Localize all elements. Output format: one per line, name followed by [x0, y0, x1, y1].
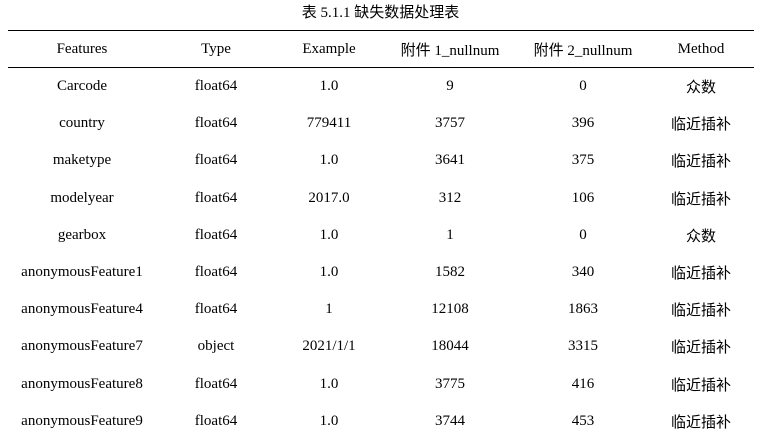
header-features: Features — [8, 31, 156, 68]
cell-feature: maketype — [52, 152, 112, 169]
cell-type: float64 — [194, 189, 238, 206]
cell-example: 1.0 — [319, 226, 339, 243]
table-row: anonymousFeature9 float64 1.0 3744 453 临… — [8, 403, 754, 440]
cell-example: 1.0 — [319, 264, 339, 281]
table-row: anonymousFeature4 float64 1 12108 1863 临… — [8, 291, 754, 328]
cell-example: 1.0 — [319, 375, 339, 392]
table-row: anonymousFeature1 float64 1.0 1582 340 临… — [8, 254, 754, 291]
cell-attachment2-nullnum: 1863 — [568, 301, 598, 318]
cell-attachment1-nullnum: 3757 — [435, 115, 465, 132]
cell-method: 众数 — [685, 80, 716, 97]
cell-feature: gearbox — [57, 226, 107, 243]
header-method: Method — [648, 31, 754, 68]
cell-feature: anonymousFeature9 — [21, 412, 143, 429]
table-row: Carcode float64 1.0 9 0 众数 — [8, 68, 754, 106]
cell-type: float64 — [194, 264, 238, 281]
cell-type: float64 — [194, 375, 238, 392]
header-example: Example — [276, 31, 382, 68]
cell-attachment2-nullnum: 396 — [571, 115, 595, 132]
cell-type: float64 — [194, 152, 238, 169]
cell-method: 临近插补 — [670, 117, 731, 134]
cell-method: 临近插补 — [670, 266, 731, 283]
cell-example: 779411 — [306, 115, 352, 132]
cell-attachment2-nullnum: 375 — [571, 152, 595, 169]
cell-type: object — [197, 338, 235, 355]
missing-data-table: Features Type Example 附件 1_nullnum 附件 2_… — [8, 31, 754, 440]
cell-attachment2-nullnum: 340 — [571, 264, 595, 281]
header-attachment1-nullnum: 附件 1_nullnum — [382, 31, 518, 68]
cell-method: 临近插补 — [670, 340, 731, 357]
cell-attachment1-nullnum: 1582 — [435, 264, 465, 281]
cell-type: float64 — [194, 78, 238, 95]
cell-attachment1-nullnum: 18044 — [431, 338, 469, 355]
table-row: modelyear float64 2017.0 312 106 临近插补 — [8, 180, 754, 217]
cell-attachment2-nullnum: 0 — [579, 226, 587, 243]
table-caption: 表 5.1.1 缺失数据处理表 — [301, 5, 460, 21]
cell-attachment1-nullnum: 12108 — [431, 301, 469, 318]
cell-method: 临近插补 — [670, 414, 731, 431]
cell-method: 众数 — [685, 228, 716, 245]
cell-method: 临近插补 — [670, 191, 731, 208]
cell-type: float64 — [194, 226, 238, 243]
table-row: anonymousFeature8 float64 1.0 3775 416 临… — [8, 366, 754, 403]
cell-feature: anonymousFeature8 — [21, 375, 143, 392]
table-header-row: Features Type Example 附件 1_nullnum 附件 2_… — [8, 31, 754, 68]
cell-attachment1-nullnum: 3775 — [435, 375, 465, 392]
cell-type: float64 — [194, 115, 238, 132]
header-attachment2-nullnum: 附件 2_nullnum — [518, 31, 648, 68]
cell-attachment1-nullnum: 3641 — [435, 152, 465, 169]
cell-attachment2-nullnum: 453 — [571, 412, 595, 429]
cell-example: 2017.0 — [308, 189, 350, 206]
cell-method: 临近插补 — [670, 377, 731, 394]
cell-example: 1 — [325, 301, 333, 318]
cell-attachment2-nullnum: 0 — [579, 78, 587, 95]
table-row: gearbox float64 1.0 1 0 众数 — [8, 217, 754, 254]
header-type: Type — [156, 31, 276, 68]
cell-feature: anonymousFeature1 — [21, 264, 143, 281]
table-row: country float64 779411 3757 396 临近插补 — [8, 105, 754, 142]
cell-attachment2-nullnum: 416 — [571, 375, 595, 392]
table-row: maketype float64 1.0 3641 375 临近插补 — [8, 142, 754, 179]
cell-feature: anonymousFeature4 — [21, 301, 143, 318]
cell-feature: country — [59, 115, 105, 132]
missing-data-table-container: Features Type Example 附件 1_nullnum 附件 2_… — [8, 30, 754, 440]
cell-type: float64 — [194, 412, 238, 429]
cell-attachment1-nullnum: 1 — [446, 226, 454, 243]
table-row: anonymousFeature7 object 2021/1/1 18044 … — [8, 328, 754, 365]
cell-attachment1-nullnum: 312 — [438, 189, 462, 206]
cell-example: 1.0 — [319, 412, 339, 429]
cell-type: float64 — [194, 301, 238, 318]
cell-attachment1-nullnum: 3744 — [435, 412, 465, 429]
cell-example: 2021/1/1 — [302, 338, 356, 355]
cell-feature: modelyear — [50, 189, 114, 206]
cell-example: 1.0 — [319, 152, 339, 169]
cell-attachment1-nullnum: 9 — [446, 78, 454, 95]
cell-attachment2-nullnum: 106 — [571, 189, 595, 206]
cell-feature: Carcode — [57, 78, 107, 95]
cell-feature: anonymousFeature7 — [21, 338, 143, 355]
cell-example: 1.0 — [319, 78, 339, 95]
cell-method: 临近插补 — [670, 154, 731, 171]
cell-method: 临近插补 — [670, 303, 731, 320]
cell-attachment2-nullnum: 3315 — [568, 338, 598, 355]
